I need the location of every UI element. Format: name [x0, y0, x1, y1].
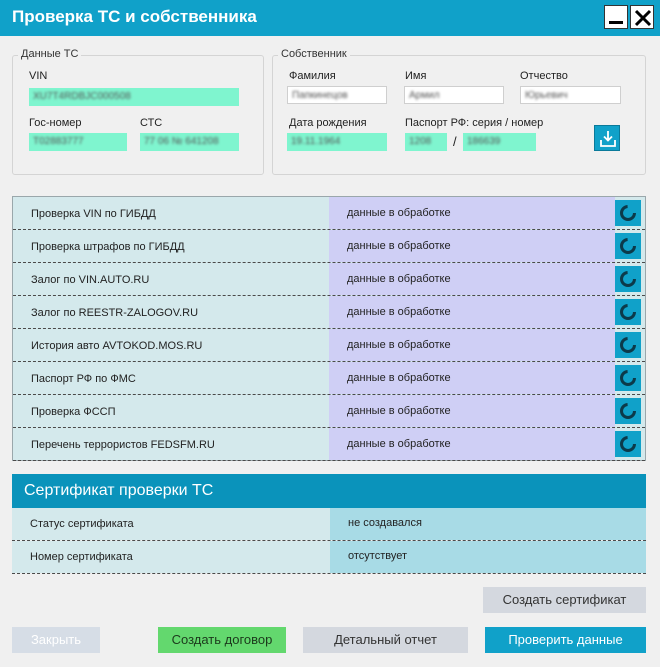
loading-spinner-icon	[620, 304, 636, 320]
passport-series-field[interactable]: 1208	[405, 133, 447, 151]
refresh-check-button[interactable]	[615, 332, 641, 358]
check-status: данные в обработке	[329, 428, 615, 460]
name-field[interactable]: Армил	[404, 86, 504, 104]
check-row: История авто AVTOKOD.MOS.RU данные в обра…	[13, 329, 645, 362]
loading-spinner-icon	[620, 436, 636, 452]
passport-number-value: 186639	[467, 136, 501, 147]
loading-spinner-icon	[620, 370, 636, 386]
certificate-status-value: не создавался	[330, 508, 646, 540]
minimize-button[interactable]	[604, 5, 628, 29]
detailed-report-button[interactable]: Детальный отчет	[303, 627, 468, 653]
check-status: данные в обработке	[329, 296, 615, 328]
check-status: данные в обработке	[329, 329, 615, 361]
check-data-button[interactable]: Проверить данные	[485, 627, 646, 653]
vin-field[interactable]: XU7T4RDBJC000508	[29, 88, 239, 106]
passport-series-value: 1208	[409, 136, 432, 147]
check-name: Проверка VIN по ГИБДД	[13, 197, 329, 229]
reg-number-label: Гос-номер	[29, 117, 82, 129]
sts-value: 77 06 № 641208	[144, 136, 219, 147]
vin-value: XU7T4RDBJC000508	[33, 91, 131, 102]
vin-label: VIN	[29, 70, 48, 82]
window-title: Проверка ТС и собственника	[12, 7, 257, 26]
certificate-number-value: отсутствует	[330, 541, 646, 573]
loading-spinner-icon	[620, 337, 636, 353]
minimize-icon	[609, 21, 623, 24]
refresh-check-button[interactable]	[615, 200, 641, 226]
refresh-check-button[interactable]	[615, 365, 641, 391]
owner-group-legend: Собственник	[278, 48, 350, 60]
dob-value: 19.11.1964	[291, 136, 341, 147]
create-certificate-button[interactable]: Создать сертификат	[483, 587, 646, 613]
loading-spinner-icon	[620, 205, 636, 221]
refresh-check-button[interactable]	[615, 398, 641, 424]
close-icon	[634, 9, 652, 27]
patronymic-value: Юрьевич	[525, 90, 568, 101]
check-name: История авто AVTOKOD.MOS.RU	[13, 329, 329, 361]
sts-label: СТС	[140, 117, 163, 129]
check-row: Залог по VIN.AUTO.RU данные в обработке	[13, 263, 645, 296]
check-name: Проверка штрафов по ГИБДД	[13, 230, 329, 262]
loading-spinner-icon	[620, 403, 636, 419]
check-status: данные в обработке	[329, 362, 615, 394]
dob-field[interactable]: 19.11.1964	[287, 133, 387, 151]
check-row: Проверка штрафов по ГИБДД данные в обрабо…	[13, 230, 645, 263]
patronymic-label: Отчество	[520, 70, 568, 82]
passport-label: Паспорт РФ: серия / номер	[405, 117, 544, 129]
surname-field[interactable]: Папкинецов	[287, 86, 387, 104]
patronymic-field[interactable]: Юрьевич	[520, 86, 621, 104]
title-bar: Проверка ТС и собственника	[0, 0, 660, 36]
loading-spinner-icon	[620, 271, 636, 287]
refresh-check-button[interactable]	[615, 233, 641, 259]
check-name: Залог по VIN.AUTO.RU	[13, 263, 329, 295]
checks-table: Проверка VIN по ГИБДД данные в обработке П…	[12, 196, 646, 461]
sts-field[interactable]: 77 06 № 641208	[140, 133, 239, 151]
reg-number-value: Т02883777	[33, 136, 84, 147]
refresh-check-button[interactable]	[615, 266, 641, 292]
vehicle-data-group	[12, 55, 264, 175]
create-contract-button[interactable]: Создать договор	[158, 627, 286, 653]
certificate-row: Номер сертификата отсутствует	[12, 541, 646, 574]
certificate-row: Статус сертификата не создавался	[12, 508, 646, 541]
name-label: Имя	[405, 70, 427, 82]
vehicle-group-legend: Данные ТС	[18, 48, 82, 60]
check-row: Перечень террористов FEDSFM.RU данные в о…	[13, 428, 645, 461]
check-row: Паспорт РФ по ФМС данные в обработке	[13, 362, 645, 395]
load-owner-button[interactable]	[594, 125, 620, 151]
refresh-check-button[interactable]	[615, 299, 641, 325]
certificate-title: Сертификат проверки ТС	[24, 482, 214, 499]
surname-label: Фамилия	[289, 70, 336, 82]
close-button[interactable]: Закрыть	[12, 627, 100, 653]
surname-value: Папкинецов	[292, 90, 348, 101]
check-row: Залог по REESTR-ZALOGOV.RU данные в обраб…	[13, 296, 645, 329]
check-row: Проверка VIN по ГИБДД данные в обработке	[13, 197, 645, 230]
check-name: Паспорт РФ по ФМС	[13, 362, 329, 394]
loading-spinner-icon	[620, 238, 636, 254]
download-icon	[600, 131, 616, 147]
certificate-header: Сертификат проверки ТС	[12, 474, 646, 508]
check-status: данные в обработке	[329, 263, 615, 295]
check-name: Проверка ФССП	[13, 395, 329, 427]
check-status: данные в обработке	[329, 230, 615, 262]
check-status: данные в обработке	[329, 395, 615, 427]
check-status: данные в обработке	[329, 197, 615, 229]
close-window-button[interactable]	[630, 5, 654, 29]
passport-separator: /	[453, 134, 457, 149]
name-value: Армил	[409, 90, 440, 101]
certificate-number-label: Номер сертификата	[12, 541, 330, 573]
certificate-status-label: Статус сертификата	[12, 508, 330, 540]
passport-number-field[interactable]: 186639	[463, 133, 536, 151]
dob-label: Дата рождения	[289, 117, 367, 129]
reg-number-field[interactable]: Т02883777	[29, 133, 127, 151]
check-row: Проверка ФССП данные в обработке	[13, 395, 645, 428]
check-name: Залог по REESTR-ZALOGOV.RU	[13, 296, 329, 328]
check-name: Перечень террористов FEDSFM.RU	[13, 428, 329, 460]
refresh-check-button[interactable]	[615, 431, 641, 457]
